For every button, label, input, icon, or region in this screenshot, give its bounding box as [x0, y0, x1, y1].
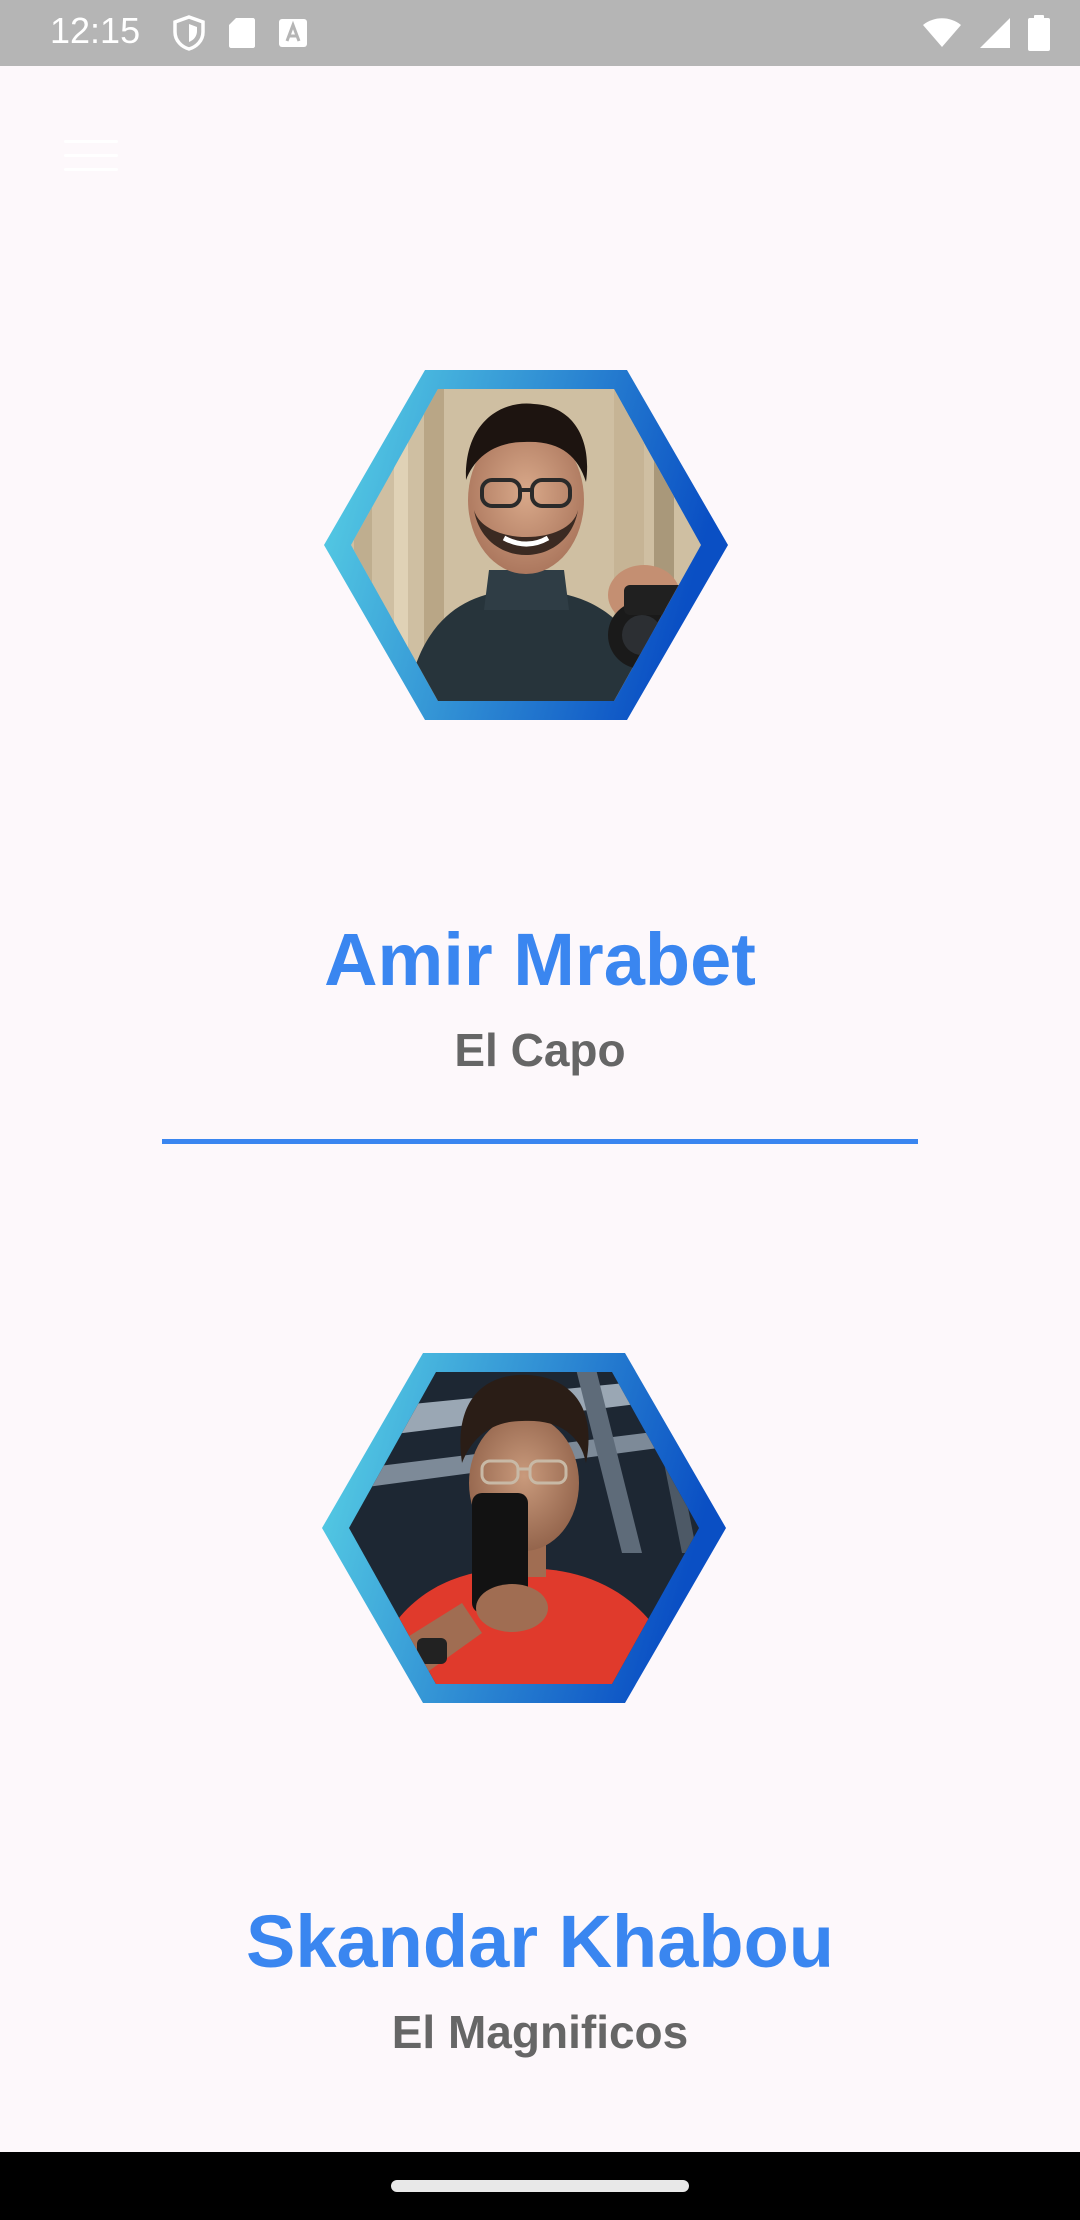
status-icons-right — [922, 14, 1050, 52]
shield-icon — [172, 15, 206, 51]
profile-name: Skandar Khabou — [246, 1900, 834, 1983]
profile-photo-amir — [324, 370, 728, 720]
profile-avatar-hexagon[interactable] — [322, 1353, 726, 1703]
section-divider — [162, 1139, 918, 1144]
menu-button[interactable] — [58, 134, 124, 178]
sd-card-icon — [228, 16, 256, 50]
home-gesture-bar[interactable] — [391, 2180, 689, 2192]
profile-name: Amir Mrabet — [324, 918, 756, 1001]
profile-title: El Capo — [454, 1024, 626, 1076]
status-bar: 12:15 — [0, 0, 1080, 66]
profile-avatar-hexagon[interactable] — [324, 370, 728, 720]
status-time: 12:15 — [50, 10, 141, 51]
profile-title: El Magnificos — [391, 2006, 689, 2058]
signal-icon — [978, 16, 1012, 50]
battery-icon — [1028, 15, 1050, 51]
wifi-icon — [922, 17, 962, 49]
status-icons-left — [172, 14, 308, 52]
keyboard-a-icon — [278, 18, 308, 48]
profile-photo-skandar — [322, 1353, 726, 1703]
